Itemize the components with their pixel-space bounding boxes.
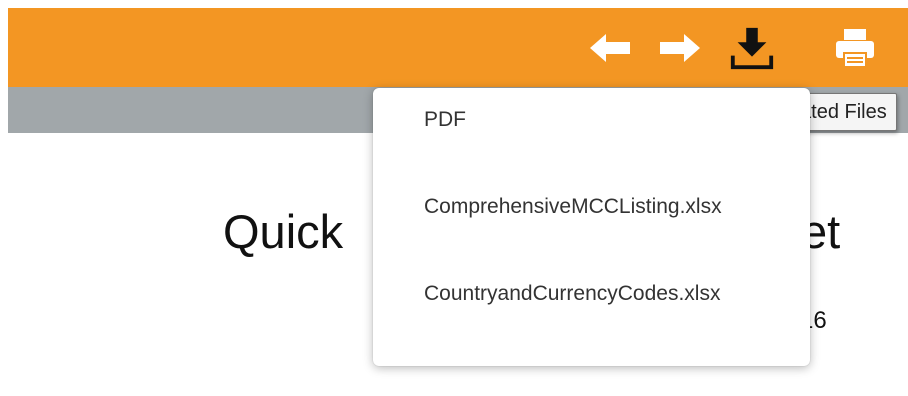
document-title: Quick et: [223, 204, 840, 259]
printer-icon: [836, 29, 874, 68]
related-files-menu: PDF ComprehensiveMCCListing.xlsx Country…: [373, 88, 810, 366]
document-title-start: Quick: [223, 205, 344, 258]
menu-item-comprehensive-mcc-listing[interactable]: ComprehensiveMCCListing.xlsx: [424, 195, 722, 219]
download-icon: [730, 27, 774, 70]
menu-item-pdf[interactable]: PDF: [424, 108, 466, 132]
download-button[interactable]: [728, 24, 776, 72]
back-button[interactable]: [586, 24, 634, 72]
menu-item-country-currency-codes[interactable]: CountryandCurrencyCodes.xlsx: [424, 282, 720, 306]
page: Related Files Quick et 16 PDF Comprehens…: [0, 0, 908, 396]
arrow-right-icon: [660, 34, 700, 62]
print-button[interactable]: [831, 24, 879, 72]
forward-button[interactable]: [656, 24, 704, 72]
arrow-left-icon: [590, 34, 630, 62]
